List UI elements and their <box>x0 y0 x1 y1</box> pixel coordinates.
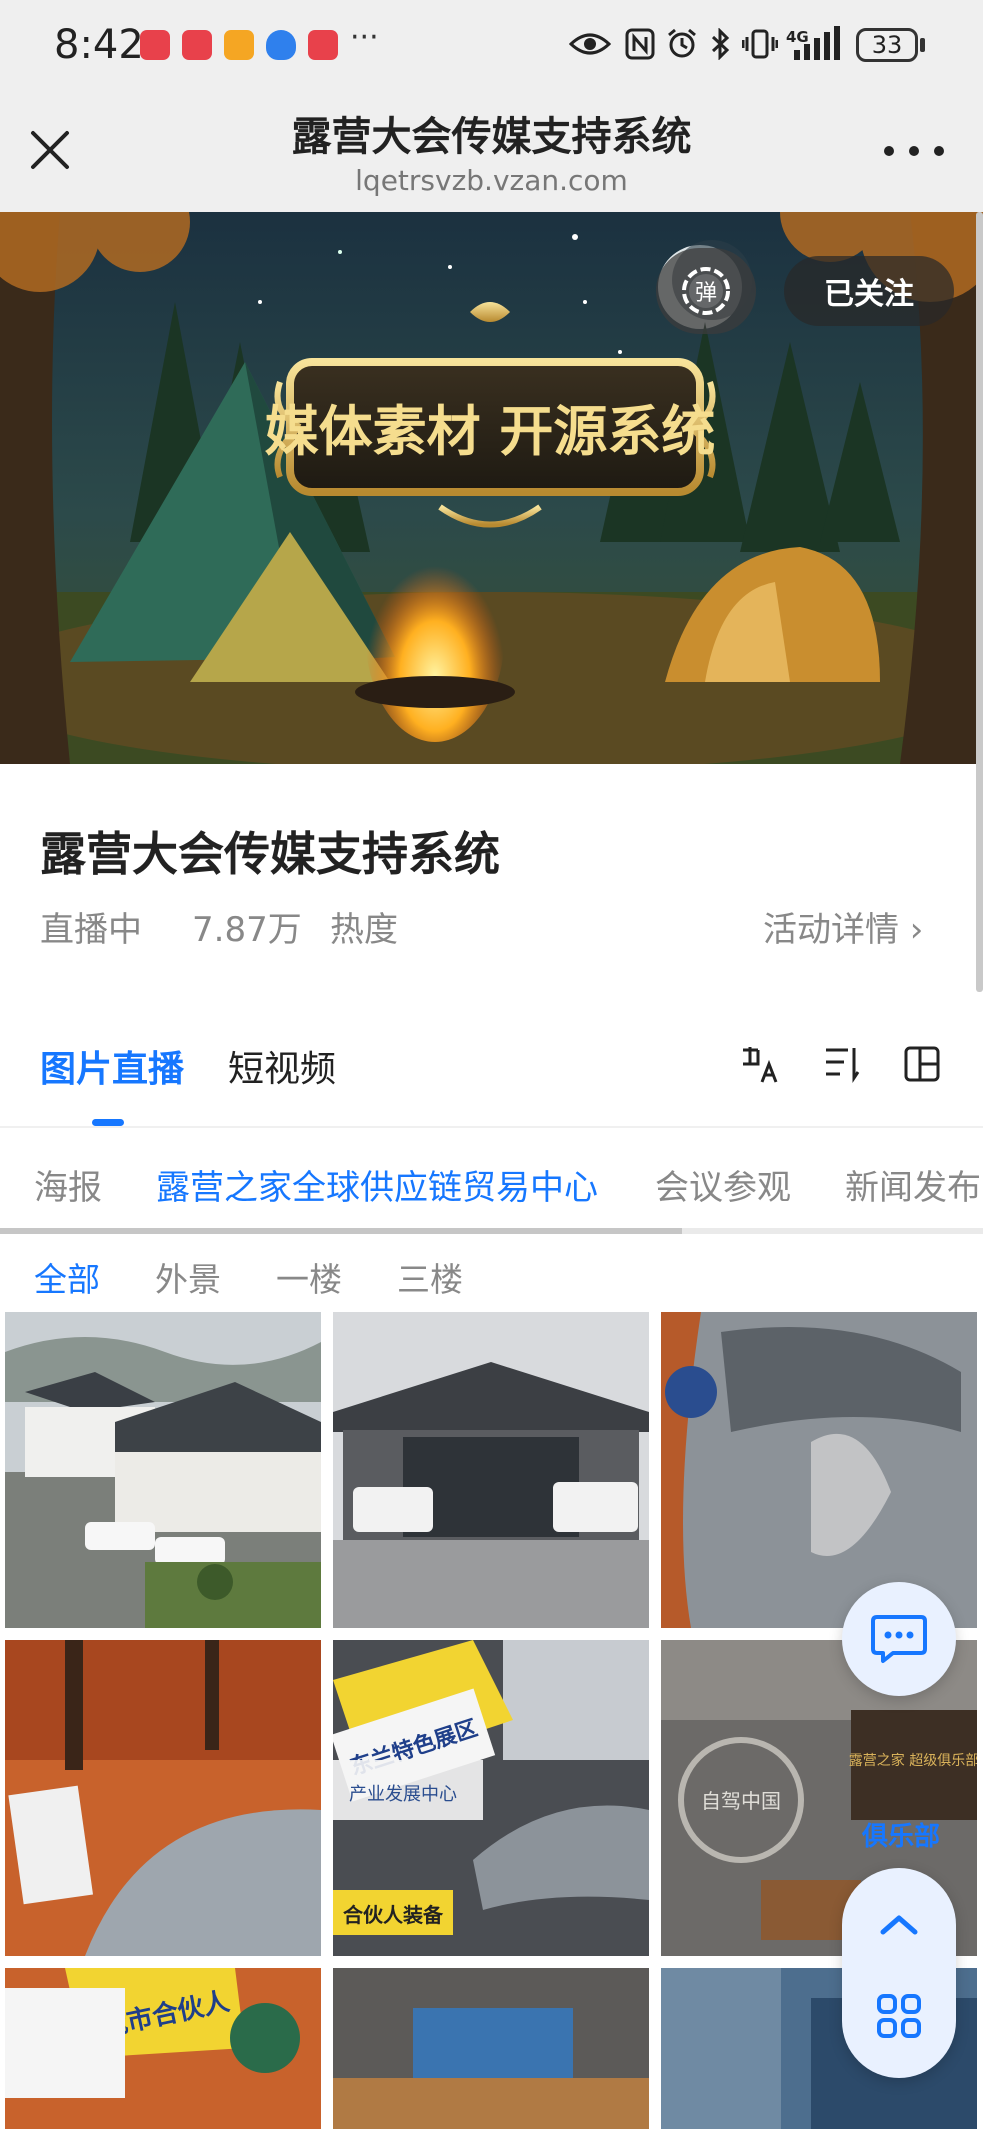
layout-grid-icon <box>904 1046 940 1082</box>
sort-icon <box>826 1048 860 1083</box>
signal-icon <box>786 22 846 66</box>
danmu-toggle-button[interactable]: 弹 <box>656 248 756 334</box>
app-notification-icon <box>140 30 170 60</box>
photo-car-wrap <box>661 1312 977 1628</box>
dot <box>884 146 894 156</box>
photo-tile[interactable] <box>5 1640 321 1956</box>
active-tab-indicator <box>92 1119 124 1126</box>
category-meeting[interactable]: 会议参观 <box>655 1160 791 1209</box>
club-label: 俱乐部 <box>861 1821 940 1852</box>
app-notification-icon <box>182 30 212 60</box>
photo-exhibition-signs: 东兰特色展区 产业发展中心 合伙人装备 <box>333 1640 649 1956</box>
banner-headline: 媒体素材 开源系统 <box>265 399 716 463</box>
translate-icon <box>743 1047 778 1083</box>
chat-bubble-icon <box>871 1615 927 1663</box>
tabs-divider <box>0 1126 983 1128</box>
floating-nav <box>842 1868 956 2078</box>
category-trade-center[interactable]: 露营之家全球供应链贸易中心 <box>156 1160 598 1209</box>
event-title: 露营大会传媒支持系统 <box>40 827 500 881</box>
follow-button[interactable]: 已关注 <box>784 256 954 326</box>
page-url: lqetrsvzb.vzan.com <box>355 164 628 197</box>
translate-button[interactable] <box>740 1044 780 1084</box>
app-notification-icon <box>308 30 338 60</box>
photo-tile[interactable] <box>661 1312 977 1628</box>
danmu-label: 弹 <box>695 281 717 306</box>
page-title: 露营大会传媒支持系统 <box>291 114 692 160</box>
sort-button[interactable] <box>822 1044 862 1084</box>
app-notification-icon <box>224 30 254 60</box>
photo-building-entrance <box>333 1312 649 1628</box>
more-notifications-icon: ··· <box>350 20 379 55</box>
filter-all[interactable]: 全部 <box>34 1253 100 1301</box>
sign-text-b: 产业发展中心 <box>349 1784 457 1805</box>
eye-icon <box>568 22 612 66</box>
alarm-icon <box>664 22 700 66</box>
vibrate-icon <box>740 22 780 66</box>
category-poster[interactable]: 海报 <box>34 1160 102 1209</box>
dot <box>934 146 944 156</box>
status-time: 8:42 <box>54 22 144 68</box>
battery-cap <box>920 38 925 52</box>
shield-app-icon <box>266 30 296 60</box>
filter-first-floor[interactable]: 一楼 <box>276 1253 342 1301</box>
photo-tile[interactable] <box>333 1968 649 2129</box>
photo-hall-interior <box>333 1968 649 2129</box>
live-status: 直播中 <box>40 910 142 950</box>
category-scroll-thumb[interactable] <box>0 1228 682 1234</box>
event-detail-link[interactable]: 活动详情 › <box>763 902 923 951</box>
filter-third-floor[interactable]: 三楼 <box>397 1253 463 1301</box>
filter-exterior[interactable]: 外景 <box>155 1253 221 1301</box>
grid-menu-icon <box>877 1994 921 2038</box>
sign-text-c: 合伙人装备 <box>343 1903 444 1927</box>
photo-tile[interactable] <box>333 1312 649 1628</box>
menu-grid-button[interactable] <box>875 1992 923 2040</box>
layout-button[interactable] <box>902 1044 942 1084</box>
nfc-icon <box>622 22 658 66</box>
photo-tile[interactable] <box>5 1312 321 1628</box>
more-options-button[interactable] <box>884 146 944 160</box>
photo-autumn-car <box>5 1640 321 1956</box>
stamp-text: 自驾中国 <box>701 1789 781 1813</box>
club-sign-text: 露营之家 超级俱乐部 <box>849 1752 977 1769</box>
dot <box>909 146 919 156</box>
category-press[interactable]: 新闻发布 <box>845 1160 981 1209</box>
tab-photo-live[interactable]: 图片直播 <box>40 1040 184 1092</box>
page-scrollbar[interactable] <box>976 212 983 992</box>
battery-indicator: 33 <box>856 28 918 62</box>
photo-partner-sign: 城市合伙人 <box>5 1968 321 2129</box>
photo-tile[interactable]: 东兰特色展区 产业发展中心 合伙人装备 <box>333 1640 649 1956</box>
scroll-top-button[interactable] <box>869 1904 929 1944</box>
chevron-up-icon <box>880 1915 918 1935</box>
bluetooth-icon <box>706 22 734 66</box>
comment-button[interactable] <box>842 1582 956 1696</box>
photo-tile[interactable]: 城市合伙人 <box>5 1968 321 2129</box>
heat-label: 热度 <box>330 910 398 950</box>
heat-value: 7.87万 <box>192 910 302 950</box>
photo-aerial-building <box>5 1312 321 1628</box>
danmu-icon: 弹 <box>682 267 730 315</box>
tab-short-video[interactable]: 短视频 <box>228 1040 336 1092</box>
